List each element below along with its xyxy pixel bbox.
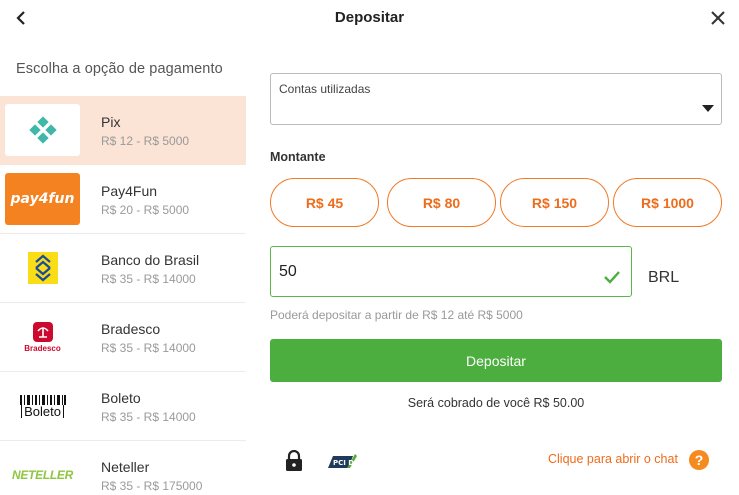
neteller-logo-text: NETELLER: [12, 468, 73, 482]
pay4fun-logo: pay4fun: [5, 173, 80, 225]
method-name: Pay4Fun: [101, 183, 158, 199]
payment-method-pay4fun[interactable]: pay4fun Pay4Fun R$ 20 - R$ 5000: [0, 165, 246, 234]
pix-logo: [5, 104, 80, 156]
bradesco-icon: [32, 321, 53, 342]
deposit-button[interactable]: Depositar: [270, 339, 722, 382]
method-range: R$ 35 - R$ 14000: [101, 272, 196, 286]
page-title: Depositar: [334, 9, 405, 26]
bradesco-logo-text: Bradesco: [24, 343, 61, 353]
boleto-logo: Boleto: [5, 380, 80, 432]
barcode-icon: [19, 394, 66, 405]
method-range: R$ 35 - R$ 175000: [101, 479, 203, 493]
payment-method-pix[interactable]: Pix R$ 12 - R$ 5000: [0, 96, 246, 165]
method-name: Bradesco: [101, 321, 161, 337]
neteller-logo: NETELLER: [5, 449, 80, 495]
pci-dss-icon: PCI DSS: [328, 454, 364, 468]
amount-field: [270, 246, 632, 297]
help-icon[interactable]: ?: [689, 450, 709, 470]
accounts-select[interactable]: Contas utilizadas: [270, 73, 722, 125]
method-name: Boleto: [101, 390, 141, 406]
amount-input[interactable]: [279, 260, 579, 284]
payment-method-neteller[interactable]: NETELLER Neteller R$ 35 - R$ 175000: [0, 441, 246, 495]
payment-method-boleto[interactable]: Boleto Boleto R$ 35 - R$ 14000: [0, 372, 246, 441]
header: Depositar: [0, 0, 739, 36]
banco-do-brasil-icon: [27, 252, 58, 284]
charge-summary: Será cobrado de você R$ 50.00: [407, 396, 585, 410]
method-range: R$ 35 - R$ 14000: [101, 410, 196, 424]
close-icon[interactable]: [709, 9, 727, 27]
currency-label: BRL: [648, 269, 680, 286]
amount-label: Montante: [270, 150, 326, 164]
check-icon: [604, 271, 620, 284]
preset-amount-1000[interactable]: R$ 1000: [613, 178, 722, 227]
boleto-logo-text: Boleto: [21, 404, 64, 418]
payment-options-title: Escolha a opção de pagamento: [16, 61, 223, 77]
caret-down-icon: [702, 105, 714, 112]
lock-icon: [286, 450, 302, 471]
method-range: R$ 12 - R$ 5000: [101, 134, 190, 148]
payment-method-banco-do-brasil[interactable]: Banco do Brasil R$ 35 - R$ 14000: [0, 234, 246, 303]
banco-do-brasil-logo: [5, 242, 80, 294]
pix-icon: [28, 116, 57, 144]
pay4fun-logo-text: pay4fun: [10, 191, 75, 207]
method-range: R$ 35 - R$ 14000: [101, 341, 196, 355]
method-name: Neteller: [101, 459, 150, 475]
payment-methods-list: Pix R$ 12 - R$ 5000 pay4fun Pay4Fun R$ 2…: [0, 96, 246, 495]
method-name: Banco do Brasil: [101, 252, 200, 268]
pci-dss-text: PCI DSS: [333, 459, 364, 467]
method-range: R$ 20 - R$ 5000: [101, 203, 190, 217]
preset-amount-150[interactable]: R$ 150: [500, 178, 609, 227]
accounts-select-label: Contas utilizadas: [279, 82, 371, 96]
payment-method-bradesco[interactable]: Bradesco Bradesco R$ 35 - R$ 14000: [0, 303, 246, 372]
open-chat-link[interactable]: Clique para abrir o chat: [548, 452, 678, 466]
bradesco-logo: Bradesco: [5, 311, 80, 363]
preset-amount-80[interactable]: R$ 80: [387, 178, 496, 227]
preset-amount-45[interactable]: R$ 45: [270, 178, 379, 227]
method-name: Pix: [101, 114, 121, 130]
deposit-range-hint: Poderá depositar a partir de R$ 12 até R…: [270, 308, 523, 322]
